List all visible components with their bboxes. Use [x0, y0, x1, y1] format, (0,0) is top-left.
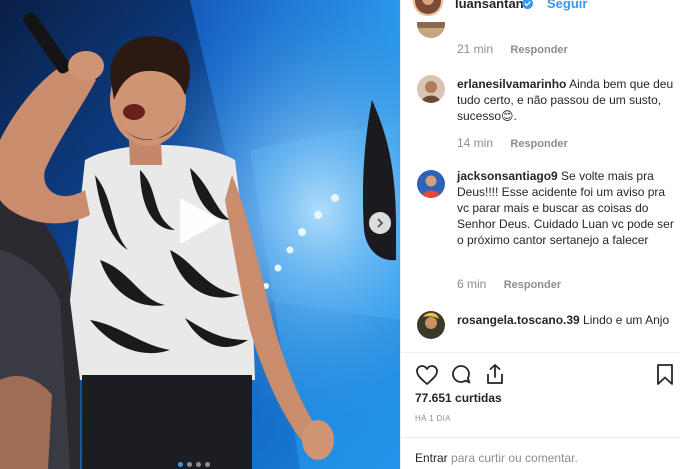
- comment-body: jacksonsantiago9 Se volte mais pra Deus!…: [457, 168, 679, 248]
- commenter-avatar[interactable]: [417, 170, 445, 198]
- comment-icon: [452, 365, 471, 384]
- comment-button[interactable]: [449, 363, 473, 392]
- carousel-next-button[interactable]: [369, 212, 391, 234]
- carousel-dot: [187, 462, 192, 467]
- comment-time: 6 min: [457, 277, 487, 291]
- comments-panel: luansantana Seguir 21 min Responder erla…: [400, 0, 680, 469]
- reply-button[interactable]: Responder: [510, 138, 567, 150]
- comment-meta: 21 min Responder: [457, 42, 568, 56]
- divider: [401, 352, 680, 353]
- comment-time: 21 min: [457, 42, 494, 56]
- login-prompt-text: para curtir ou comentar.: [447, 451, 578, 465]
- comment-body: rosangela.toscano.39 Lindo e um Anjo: [457, 312, 679, 328]
- comment-text: Lindo e um Anjo: [579, 313, 670, 327]
- commenter-avatar[interactable]: [417, 75, 445, 103]
- follow-button[interactable]: Seguir: [547, 0, 587, 11]
- share-button[interactable]: [483, 362, 507, 391]
- commenter-avatar[interactable]: [417, 311, 445, 339]
- commenter-username[interactable]: rosangela.toscano.39: [457, 313, 580, 327]
- comment-time: 14 min: [457, 136, 494, 150]
- carousel-dot: [178, 462, 183, 467]
- post-timestamp: HÁ 1 DIA: [415, 414, 451, 423]
- chevron-right-icon: [377, 218, 384, 228]
- like-button[interactable]: [415, 364, 439, 391]
- divider: [401, 437, 680, 438]
- commenter-username[interactable]: jacksonsantiago9: [457, 169, 558, 183]
- play-button[interactable]: [172, 194, 226, 248]
- author-username[interactable]: luansantana: [455, 0, 531, 11]
- verified-badge-icon: [522, 0, 533, 14]
- commenter-avatar[interactable]: [417, 22, 445, 38]
- reply-button[interactable]: Responder: [510, 44, 567, 56]
- post-media[interactable]: [0, 0, 400, 469]
- post-header: luansantana Seguir: [401, 0, 680, 16]
- author-avatar[interactable]: [413, 0, 443, 16]
- comment-meta: 6 min Responder: [457, 277, 561, 291]
- save-button[interactable]: [655, 363, 675, 392]
- likes-count[interactable]: 77.651 curtidas: [415, 391, 502, 405]
- bookmark-icon: [657, 364, 673, 385]
- carousel-indicator: [178, 462, 210, 467]
- commenter-username[interactable]: erlanesilvamarinho: [457, 77, 566, 91]
- login-prompt: Entrar para curtir ou comentar.: [415, 451, 578, 465]
- comment-meta: 14 min Responder: [457, 136, 568, 150]
- play-icon: [180, 198, 222, 244]
- carousel-dot: [196, 462, 201, 467]
- comment-body: erlanesilvamarinho Ainda bem que deu tud…: [457, 76, 679, 124]
- share-icon: [487, 364, 503, 384]
- login-link[interactable]: Entrar: [415, 451, 448, 465]
- heart-icon: [416, 365, 438, 385]
- carousel-dot: [205, 462, 210, 467]
- reply-button[interactable]: Responder: [504, 279, 561, 291]
